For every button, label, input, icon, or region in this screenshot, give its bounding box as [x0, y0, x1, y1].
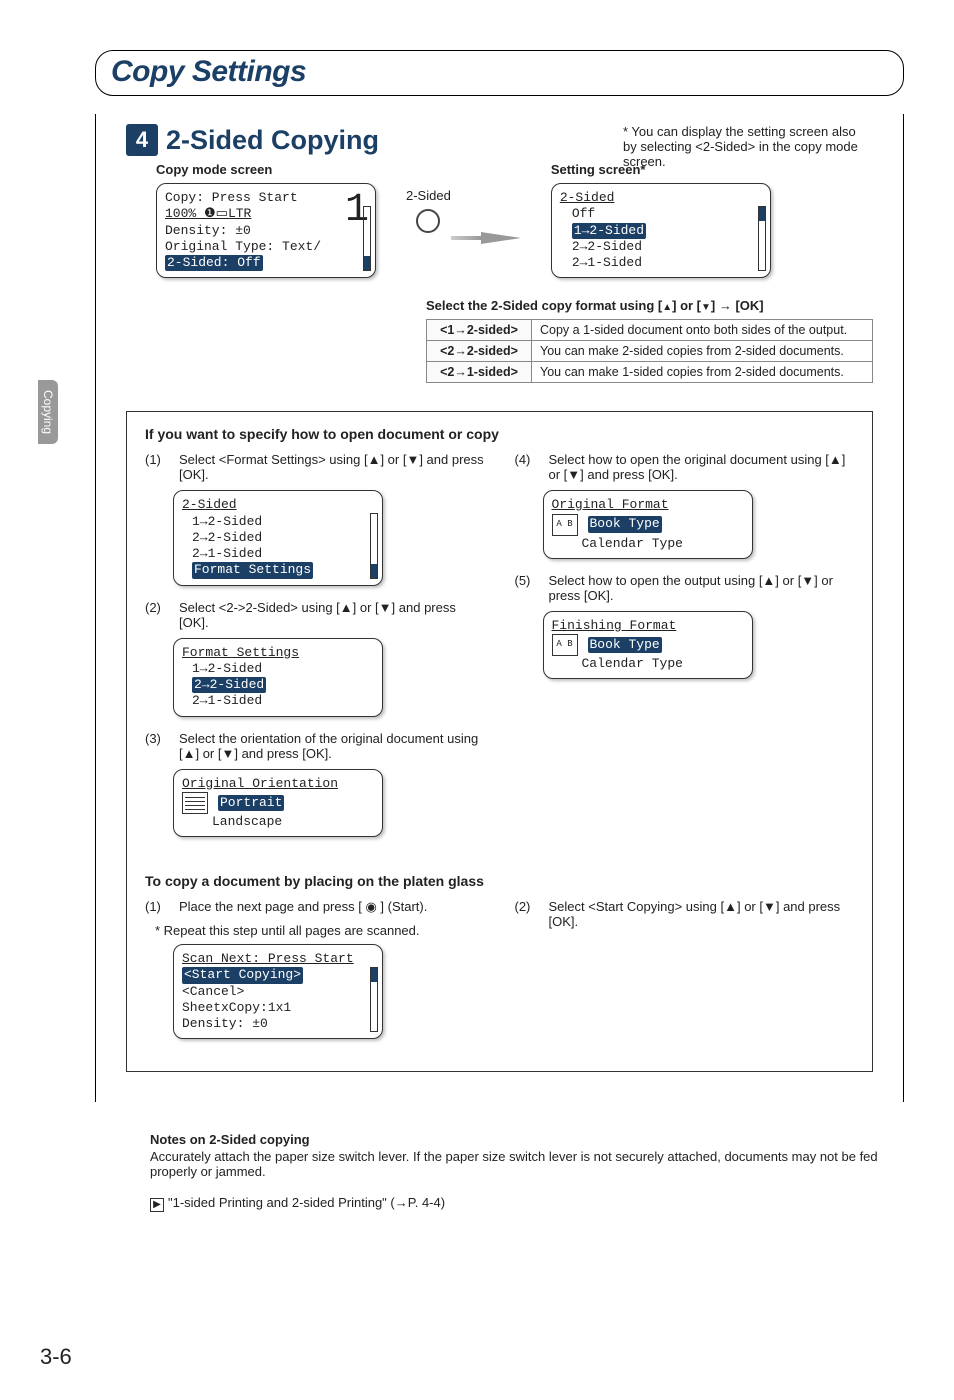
notes-section: Notes on 2-Sided copying Accurately atta…: [150, 1132, 904, 1212]
setting-screen-lcd: 2-Sided Off 1→2-Sided 2→2-Sided 2→1-Side…: [551, 183, 771, 278]
lcd-line: Density: ±0: [182, 1016, 374, 1032]
lcd-line: Original Type: Text/: [165, 239, 367, 255]
step-number: (3): [145, 731, 169, 761]
page-title-frame: Copy Settings: [95, 50, 904, 96]
step-text: Select the orientation of the original d…: [179, 731, 485, 761]
step-text: Select <Start Copying> using [▲] or [▼] …: [549, 899, 855, 929]
setting-screen-footnote: * You can display the setting screen als…: [623, 124, 873, 169]
lcd-option: 2→1-Sided: [182, 693, 374, 709]
lcd-option: 2→2-Sided: [182, 677, 374, 693]
book-pages-icon: A B: [552, 634, 578, 656]
step-number: (5): [515, 573, 539, 603]
step-text: Select <2->2-Sided> using [▲] or [▼] and…: [179, 600, 485, 630]
lcd-option: 2→2-Sided: [560, 239, 762, 255]
lcd-option: Calendar Type: [552, 536, 744, 552]
select-instruction: Select the 2-Sided copy format using [▲]…: [426, 298, 873, 313]
lcd-line: 2-Sided: Off: [165, 255, 367, 271]
page-title: Copy Settings: [111, 55, 888, 89]
portrait-page-icon: [182, 792, 208, 814]
lcd-scrollbar: [370, 967, 378, 1032]
lcd-option: 1→2-Sided: [182, 661, 374, 677]
step-text: Place the next page and press [ ◉ ] (Sta…: [179, 899, 427, 915]
down-triangle-icon: ▼: [701, 302, 711, 313]
sidebar-tab: Copying: [38, 380, 58, 444]
copy-mode-lcd: Copy: Press Start 100% ❶▭LTR 1 Density: …: [156, 183, 376, 278]
lcd-option: 2→2-Sided: [182, 530, 374, 546]
lcd-header: Finishing Format: [552, 618, 744, 634]
table-row: <2→2-sided>You can make 2-sided copies f…: [427, 341, 873, 362]
notes-body: Accurately attach the paper size switch …: [150, 1149, 904, 1179]
step-number: (1): [145, 899, 169, 915]
lcd-option: 1→2-Sided: [560, 223, 762, 239]
lcd-line: 100% ❶▭LTR: [165, 206, 367, 222]
main-content: 4 2-Sided Copying * You can display the …: [95, 114, 904, 1102]
step-number: (1): [145, 452, 169, 482]
lcd-scrollbar: [758, 206, 766, 271]
two-sided-button-icon: [416, 209, 440, 233]
lcd-option: 1→2-Sided: [182, 514, 374, 530]
table-row: <1→2-sided>Copy a 1-sided document onto …: [427, 320, 873, 341]
lcd-option: Format Settings: [182, 562, 374, 578]
lcd-line: Density: ±0: [165, 223, 367, 239]
lcd-line: Copy: Press Start: [165, 190, 367, 206]
lcd-header: Scan Next: Press Start: [182, 951, 374, 967]
hardware-button-group: 2-Sided: [406, 188, 451, 233]
lcd-option: Landscape: [182, 814, 374, 830]
screens-row: Copy mode screen Copy: Press Start 100% …: [126, 162, 873, 278]
format-lcd-2: Format Settings 1→2-Sided 2→2-Sided 2→1-…: [173, 638, 383, 717]
lcd-scrollbar: [370, 513, 378, 578]
format-settings-box: If you want to specify how to open docum…: [126, 411, 873, 1072]
platen-lcd: Scan Next: Press Start <Start Copying> <…: [173, 944, 383, 1039]
lcd-option: <Cancel>: [182, 984, 374, 1000]
page-number: 3-6: [40, 1344, 72, 1370]
step-number: (4): [515, 452, 539, 482]
step-number: (2): [515, 899, 539, 929]
lcd-header: Format Settings: [182, 645, 374, 661]
section-title: 2-Sided Copying: [166, 125, 379, 156]
lcd-header: Original Format: [552, 497, 744, 513]
arrow-right-icon: [481, 232, 521, 244]
lcd-option: Calendar Type: [552, 656, 744, 672]
lcd-option: 2→1-Sided: [560, 255, 762, 271]
step-text: Select how to open the output using [▲] …: [549, 573, 855, 603]
platen-title: To copy a document by placing on the pla…: [145, 873, 854, 889]
hw-button-label: 2-Sided: [406, 188, 451, 203]
cross-reference: ▶"1-sided Printing and 2-sided Printing"…: [150, 1195, 904, 1212]
lcd-header: 2-Sided: [560, 190, 762, 206]
lcd-scrollbar: [363, 206, 371, 271]
table-row: <2→1-sided>You can make 1-sided copies f…: [427, 362, 873, 383]
lcd-option: Portrait: [182, 792, 374, 814]
lcd-option: 2→1-Sided: [182, 546, 374, 562]
lcd-option: A BBook Type: [552, 634, 744, 656]
lcd-header: Original Orientation: [182, 776, 374, 792]
step-text: Select how to open the original document…: [549, 452, 855, 482]
step-badge: 4: [126, 124, 158, 156]
lcd-option: Off: [560, 206, 762, 222]
lcd-option: A BBook Type: [552, 514, 744, 536]
step-text: Select <Format Settings> using [▲] or [▼…: [179, 452, 485, 482]
up-triangle-icon: ▲: [662, 302, 672, 313]
copy-mode-label: Copy mode screen: [126, 162, 376, 177]
step-note: * Repeat this step until all pages are s…: [155, 923, 485, 938]
lcd-header: 2-Sided: [182, 497, 374, 513]
format-box-title: If you want to specify how to open docum…: [145, 426, 854, 442]
lcd-line: SheetxCopy:1x1: [182, 1000, 374, 1016]
lcd-option: <Start Copying>: [182, 967, 374, 983]
modes-table: <1→2-sided>Copy a 1-sided document onto …: [426, 319, 873, 383]
format-lcd-1: 2-Sided 1→2-Sided 2→2-Sided 2→1-Sided Fo…: [173, 490, 383, 585]
format-lcd-5: Finishing Format A BBook Type Calendar T…: [543, 611, 753, 680]
format-lcd-4: Original Format A BBook Type Calendar Ty…: [543, 490, 753, 559]
book-pages-icon: A B: [552, 514, 578, 536]
format-lcd-3: Original Orientation Portrait Landscape: [173, 769, 383, 838]
reference-icon: ▶: [150, 1198, 164, 1212]
step-number: (2): [145, 600, 169, 630]
notes-title: Notes on 2-Sided copying: [150, 1132, 904, 1147]
